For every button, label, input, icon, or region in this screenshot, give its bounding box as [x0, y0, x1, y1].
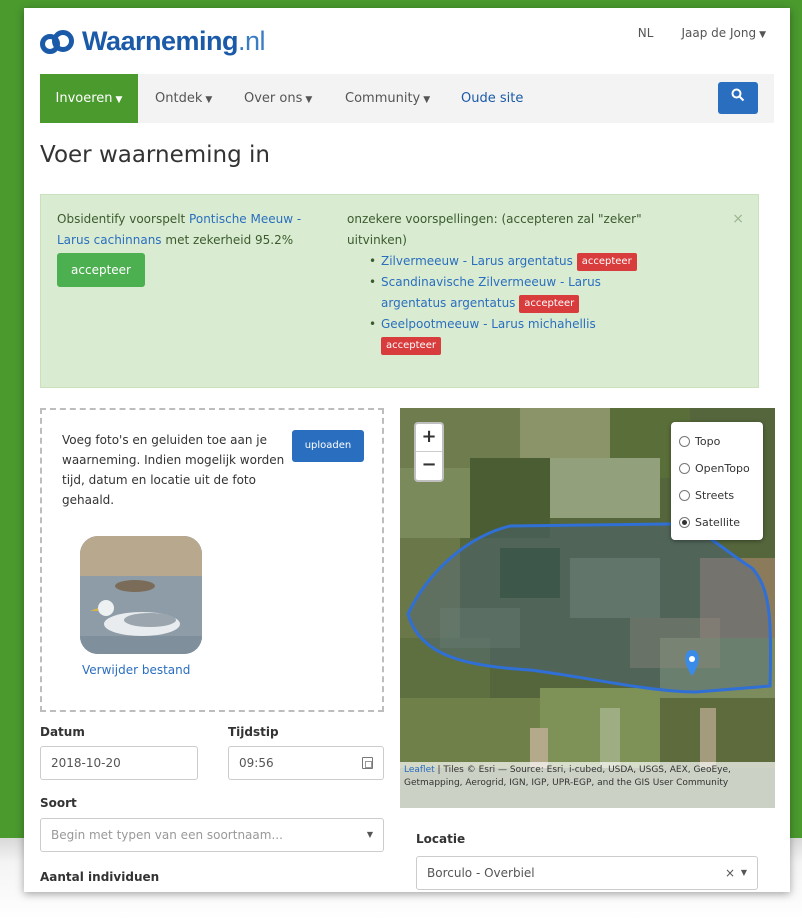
- close-icon[interactable]: ×: [732, 209, 744, 230]
- datum-field[interactable]: 2018-10-20: [40, 746, 198, 780]
- chevron-down-icon: ▼: [423, 95, 431, 105]
- remove-file-link[interactable]: Verwijder bestand: [82, 660, 190, 680]
- locatie-label: Locatie: [416, 832, 466, 846]
- aantal-label: Aantal individuen: [40, 870, 160, 884]
- list-item: Zilvermeeuw - Larus argentatus accepteer: [369, 251, 647, 272]
- tijdstip-label: Tijdstip: [228, 725, 279, 739]
- logo[interactable]: Waarneming.nl: [40, 26, 266, 57]
- chevron-down-icon: ▼: [205, 95, 213, 105]
- tijdstip-field[interactable]: 09:56: [228, 746, 384, 780]
- map-attribution: Leaflet | Tiles © Esri — Source: Esri, i…: [400, 762, 775, 808]
- locatie-select[interactable]: Borculo - Overbiel × ▼: [416, 856, 758, 890]
- gull-photo: [80, 536, 202, 654]
- nav-ontdek[interactable]: Ontdek ▼: [155, 74, 212, 123]
- user-menu[interactable]: Jaap de Jong ▼: [681, 26, 766, 40]
- location-map[interactable]: + − Topo OpenTopo Streets Satellite Leaf…: [400, 408, 775, 808]
- nav-oude-site[interactable]: Oude site: [461, 74, 523, 123]
- navbar: Invoeren ▼ Ontdek ▼ Over ons ▼ Community ▼ O…: [40, 74, 774, 123]
- logo-text: Waarneming.nl: [82, 26, 266, 56]
- search-icon: [731, 88, 745, 102]
- layer-option-topo[interactable]: Topo: [679, 428, 755, 455]
- radio-icon[interactable]: [679, 436, 690, 447]
- page-title: Voer waarneming in: [40, 142, 270, 168]
- clear-icon[interactable]: ×: [725, 857, 735, 889]
- chevron-down-icon: ▼: [115, 95, 123, 105]
- datum-label: Datum: [40, 725, 85, 739]
- layer-switcher: Topo OpenTopo Streets Satellite: [671, 422, 763, 540]
- uncertain-text: onzekere voorspellingen: (accepteren zal…: [347, 212, 642, 247]
- zoom-in-button[interactable]: +: [416, 424, 442, 452]
- suggestion-alert: Obsidentify voorspelt Pontische Meeuw - …: [40, 194, 759, 388]
- leaflet-link[interactable]: Leaflet: [404, 765, 435, 775]
- list-item: Geelpootmeeuw - Larus michahellis accepte…: [369, 314, 647, 356]
- language-switch[interactable]: NL: [638, 26, 654, 40]
- chevron-down-icon: ▼: [366, 830, 373, 839]
- alternative-link[interactable]: Geelpootmeeuw - Larus michahellis: [381, 317, 596, 331]
- chevron-down-icon: ▼: [740, 868, 747, 877]
- header-right: NL Jaap de Jong ▼: [638, 26, 766, 40]
- soort-label: Soort: [40, 796, 77, 810]
- upload-text: Voeg foto's en geluiden toe aan je waarn…: [62, 433, 285, 507]
- accept-button[interactable]: accepteer: [57, 253, 145, 287]
- zoom-control: + −: [414, 422, 444, 482]
- header: Waarneming.nl NL Jaap de Jong ▼: [24, 8, 790, 72]
- upload-button[interactable]: uploaden: [292, 430, 364, 462]
- chevron-down-icon: ▼: [305, 95, 313, 105]
- accept-alt-button[interactable]: accepteer: [576, 252, 637, 271]
- chevron-down-icon: ▼: [759, 30, 766, 40]
- logo-suffix: .nl: [238, 26, 266, 56]
- alternatives-list: Zilvermeeuw - Larus argentatus accepteer…: [369, 251, 647, 356]
- suggestion-certainty: met zekerheid 95.2%: [161, 233, 294, 247]
- calendar-icon[interactable]: [362, 757, 373, 769]
- suggestion-intro: Obsidentify voorspelt: [57, 212, 190, 226]
- radio-icon[interactable]: [679, 490, 690, 501]
- photo-thumbnail: [80, 536, 202, 654]
- radio-selected-icon[interactable]: [679, 517, 690, 528]
- layer-option-streets[interactable]: Streets: [679, 482, 755, 509]
- uncertain-predictions: onzekere voorspellingen: (accepteren zal…: [347, 209, 647, 356]
- search-button[interactable]: [718, 82, 758, 114]
- list-item: Scandinavische Zilvermeeuw - Larus argen…: [369, 272, 647, 314]
- alternative-link[interactable]: Zilvermeeuw - Larus argentatus: [381, 254, 573, 268]
- layer-option-opentopo[interactable]: OpenTopo: [679, 455, 755, 482]
- logo-icon: [40, 29, 74, 54]
- tijdstip-value: 09:56: [239, 756, 274, 770]
- nav-community[interactable]: Community ▼: [345, 74, 430, 123]
- accept-alt-button[interactable]: accepteer: [381, 336, 441, 355]
- locatie-section: Locatie Borculo - Overbiel × ▼: [400, 816, 775, 892]
- zoom-out-button[interactable]: −: [416, 452, 442, 480]
- locatie-value: Borculo - Overbiel: [427, 866, 535, 880]
- nav-over-ons[interactable]: Over ons ▼: [244, 74, 312, 123]
- accept-alt-button[interactable]: accepteer: [519, 294, 580, 313]
- page: Waarneming.nl NL Jaap de Jong ▼ Invoeren ▼…: [24, 8, 790, 892]
- soort-placeholder: Begin met typen van een soortnaam...: [51, 828, 283, 842]
- layer-option-satellite[interactable]: Satellite: [679, 509, 755, 536]
- upload-panel: Voeg foto's en geluiden toe aan je waarn…: [40, 408, 384, 712]
- soort-select[interactable]: Begin met typen van een soortnaam... ▼: [40, 818, 384, 852]
- attribution-text: | Tiles © Esri — Source: Esri, i-cubed, …: [404, 765, 731, 788]
- suggestion-main: Obsidentify voorspelt Pontische Meeuw - …: [57, 209, 325, 251]
- radio-icon[interactable]: [679, 463, 690, 474]
- nav-invoeren[interactable]: Invoeren ▼: [40, 74, 138, 123]
